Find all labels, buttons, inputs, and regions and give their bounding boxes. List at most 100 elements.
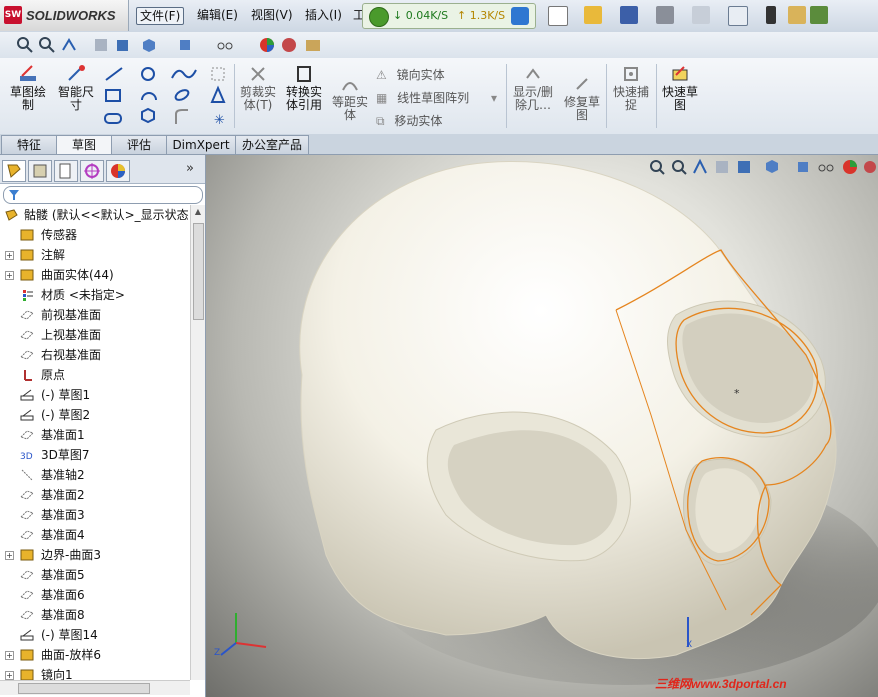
- tree-item-label: 基准面5: [41, 568, 85, 582]
- skull-model[interactable]: * Z X: [206, 155, 878, 697]
- menu-insert[interactable]: 插入(I): [302, 7, 345, 23]
- expand-toggle[interactable]: +: [5, 651, 14, 660]
- separator: [656, 64, 657, 128]
- plane-icon: [20, 308, 34, 322]
- title-menu-bar: SW SOLIDWORKS 文件(F) 编辑(E) 视图(V) 插入(I) 工 …: [0, 0, 878, 33]
- hscroll-thumb[interactable]: [18, 683, 150, 694]
- expand-toggle[interactable]: +: [5, 271, 14, 280]
- logo-badge: SW: [4, 6, 22, 24]
- display-style-icon[interactable]: [140, 36, 158, 54]
- render-icon[interactable]: [304, 36, 322, 54]
- separator: [506, 64, 507, 128]
- trim-icon: [248, 64, 268, 84]
- rapid-sketch-icon: [670, 64, 690, 84]
- tab-evaluate[interactable]: 评估: [111, 135, 167, 154]
- quick-snaps-icon: [621, 64, 641, 84]
- options-icon[interactable]: [810, 6, 828, 24]
- command-manager: 草图绘 制 智能尺 寸 ✳ 剪裁实 体(T) 转换实 体引用 等距实 体 ⚠ 镜…: [0, 58, 878, 135]
- plane-icon: [20, 528, 34, 542]
- feature-tree-tab-icon[interactable]: [2, 160, 26, 182]
- chevron-down-icon[interactable]: ▾: [491, 91, 497, 105]
- plane-icon: [20, 348, 34, 362]
- boundary-surface-icon: [20, 548, 34, 562]
- section-view-icon[interactable]: [92, 36, 110, 54]
- expand-toggle[interactable]: +: [5, 251, 14, 260]
- menu-edit[interactable]: 编辑(E): [194, 7, 241, 23]
- loft-surface-icon: [20, 648, 34, 662]
- quick-snaps-button[interactable]: 快速捕 捉: [608, 64, 654, 112]
- smart-dimension-button[interactable]: 智能尺 寸: [54, 64, 98, 112]
- appearance-icon[interactable]: [258, 36, 276, 54]
- net-speed-widget: ↓ 0.04K/S ↑ 1.3K/S: [362, 3, 536, 29]
- tab-dimxpert[interactable]: DimXpert: [166, 135, 236, 154]
- zoom-area-icon[interactable]: [38, 36, 56, 54]
- scroll-thumb[interactable]: [193, 223, 204, 320]
- display-manager-tab-icon[interactable]: [106, 160, 130, 182]
- print-icon[interactable]: [656, 6, 674, 24]
- tab-office-products[interactable]: 办公室产品: [235, 135, 309, 154]
- offset-entities-button[interactable]: 等距实 体: [328, 74, 372, 122]
- panel-expand-icon[interactable]: »: [186, 161, 194, 176]
- plane-icon: [20, 588, 34, 602]
- menu-file[interactable]: 文件(F): [136, 7, 185, 25]
- menu-view[interactable]: 视图(V): [248, 7, 296, 23]
- separator: [234, 64, 235, 128]
- property-manager-tab-icon[interactable]: [28, 160, 52, 182]
- trim-label: 剪裁实 体(T): [239, 85, 276, 112]
- display-delete-relations-button[interactable]: 显示/删 除几…: [508, 64, 558, 112]
- file-props-icon[interactable]: [788, 6, 806, 24]
- sketch-icon: [20, 388, 34, 402]
- tree-item-label: (-) 草图14: [41, 628, 98, 642]
- open-folder-icon[interactable]: [584, 6, 602, 24]
- tab-sketch[interactable]: 草图: [56, 135, 112, 154]
- tree-item-label: 右视基准面: [41, 348, 102, 362]
- svg-text:Z: Z: [214, 648, 220, 658]
- scroll-up-icon[interactable]: ▲: [193, 207, 203, 217]
- previous-view-icon[interactable]: [60, 36, 78, 54]
- sketch-button[interactable]: 草图绘 制: [6, 64, 50, 112]
- traffic-light-icon[interactable]: [766, 6, 776, 24]
- expand-toggle[interactable]: +: [5, 551, 14, 560]
- dimxpert-tab-icon[interactable]: [80, 160, 104, 182]
- tree-item-label: 基准轴2: [41, 468, 85, 482]
- offset-icon: [340, 74, 360, 94]
- rapid-sketch-button[interactable]: 快速草 图: [658, 64, 702, 112]
- move-label: 移动实体: [394, 114, 443, 128]
- tree-item-label: 基准面8: [41, 608, 85, 622]
- repair-sketch-button[interactable]: 修复草 图: [560, 74, 604, 122]
- zoom-fit-icon[interactable]: [16, 36, 34, 54]
- undo-icon[interactable]: [692, 6, 710, 24]
- trim-button[interactable]: 剪裁实 体(T): [236, 64, 280, 112]
- tree-filter-input[interactable]: [3, 186, 203, 204]
- mirror-entities-button[interactable]: ⚠ 镜向实体: [376, 66, 445, 83]
- new-doc-icon[interactable]: [548, 6, 568, 26]
- plane-icon: [20, 428, 34, 442]
- expand-toggle[interactable]: +: [5, 671, 14, 680]
- repair-label: 修复草 图: [563, 95, 600, 122]
- tree-item-label: 基准面3: [41, 508, 85, 522]
- app-logo[interactable]: SW SOLIDWORKS: [0, 0, 129, 31]
- select-arrow-icon[interactable]: [728, 6, 748, 26]
- save-icon[interactable]: [620, 6, 638, 24]
- browser-icon[interactable]: [511, 7, 529, 25]
- scene-icon[interactable]: [280, 36, 298, 54]
- tree-item-label: 上视基准面: [41, 328, 102, 342]
- move-entities-button[interactable]: ⧉ 移动实体: [376, 112, 442, 129]
- tree-vertical-scrollbar[interactable]: ▲: [190, 205, 205, 680]
- origin-triad-icon: Z: [214, 613, 267, 658]
- glasses-icon[interactable]: [216, 36, 234, 54]
- tree-item-label: 3D草图7: [41, 448, 90, 462]
- configuration-tab-icon[interactable]: [54, 160, 78, 182]
- graphics-area[interactable]: * Z X: [206, 155, 878, 697]
- linear-pattern-button[interactable]: ▦ 线性草图阵列 ▾: [376, 89, 497, 106]
- plane-icon: [20, 508, 34, 522]
- tree-horizontal-scrollbar[interactable]: [0, 680, 190, 695]
- tree-item-label: 前视基准面: [41, 308, 102, 322]
- convert-entities-button[interactable]: 转换实 体引用: [282, 64, 326, 112]
- linear-pattern-icon: ▦: [376, 91, 388, 105]
- hide-show-icon[interactable]: [176, 36, 194, 54]
- separator: [606, 64, 607, 128]
- svg-text:X: X: [686, 640, 692, 650]
- view-orientation-icon[interactable]: [114, 36, 132, 54]
- tab-features[interactable]: 特征: [1, 135, 57, 154]
